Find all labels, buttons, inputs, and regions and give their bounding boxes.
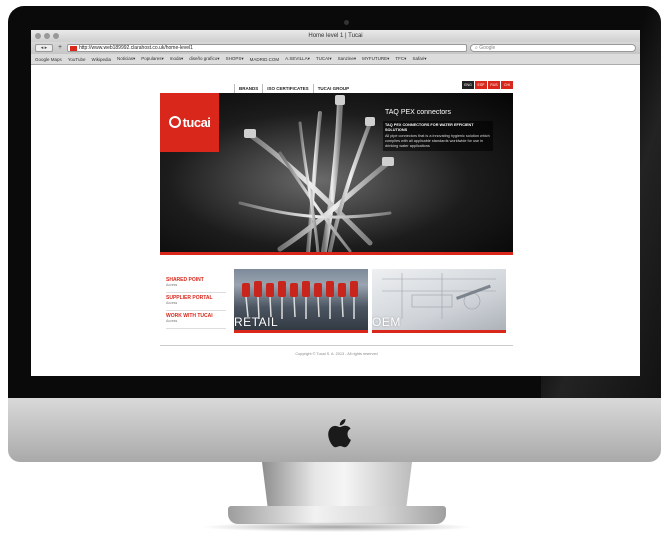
address-bar-text: http://www.web189992.clarahost.co.uk/hom… [79, 45, 193, 51]
search-placeholder: Google [479, 45, 496, 51]
web-page: BRANDS ISO CERTIFICATES TUCAI GROUP ENG … [31, 65, 640, 376]
back-forward-button[interactable]: ◂ ▸ [35, 44, 53, 52]
bookmark-item[interactable]: MADRID.COM [250, 57, 280, 62]
link-work-with-tucai[interactable]: WORK WITH TUCAI Access [166, 311, 226, 329]
hero-title: TAQ PEX connectors [385, 109, 452, 116]
camera-icon [344, 20, 349, 25]
link-supplier-portal[interactable]: SUPPLIER PORTAL Access [166, 293, 226, 311]
bookmark-item[interactable]: Safari▾ [412, 56, 426, 62]
tucai-logo[interactable]: tucai [160, 93, 219, 152]
bookmarks-bar: Google Maps YouTube Wikipedia Noticias▾ … [31, 54, 640, 65]
bookmark-item[interactable]: TUCAI▾ [316, 56, 332, 62]
window-titlebar: Home level 1 | Tucai [31, 30, 640, 42]
hero-banner[interactable]: tucai TAQ PEX connectors TAQ PEX CONNECT… [160, 93, 513, 255]
brand-name: tucai [169, 115, 211, 130]
oem-tile[interactable]: OEM [372, 269, 506, 333]
lang-rus[interactable]: RUS [488, 81, 500, 89]
bookmark-item[interactable]: A.SEVILLA▾ [285, 56, 310, 62]
nav-tucai-group[interactable]: TUCAI GROUP [312, 84, 354, 93]
add-bookmark-button[interactable]: + [56, 44, 64, 52]
nav-iso-certificates[interactable]: ISO CERTIFICATES [262, 84, 312, 93]
lang-chi[interactable]: CHI [501, 81, 513, 89]
bookmark-item[interactable]: Noticias▾ [117, 56, 135, 62]
bookmark-item[interactable]: Google Maps [35, 57, 62, 62]
bookmark-item[interactable]: YouTube [68, 57, 86, 62]
imac-mockup: Home level 1 | Tucai ◂ ▸ + http://www.we… [0, 0, 661, 545]
retail-tile[interactable]: RETAIL [234, 269, 368, 333]
bookmark-item[interactable]: Wikipedia [91, 57, 111, 62]
monitor-stand-neck [262, 462, 412, 510]
screen: Home level 1 | Tucai ◂ ▸ + http://www.we… [31, 30, 640, 376]
bookmark-item[interactable]: Sanzine▾ [338, 56, 357, 62]
apple-logo-icon [328, 419, 351, 448]
lang-esp[interactable]: ESP [475, 81, 487, 89]
tile-accent [234, 330, 368, 333]
copyright-text: Copyright © Tucai S. A. 2013 - All right… [295, 352, 378, 356]
site-top-nav: BRANDS ISO CERTIFICATES TUCAI GROUP ENG … [160, 79, 513, 93]
bookmark-item[interactable]: Populares▾ [141, 56, 164, 62]
retail-caption: RETAIL [234, 315, 279, 329]
browser-toolbar: ◂ ▸ + http://www.web189992.clarahost.co.… [31, 42, 640, 54]
tucai-site: BRANDS ISO CERTIFICATES TUCAI GROUP ENG … [160, 79, 513, 356]
lang-eng[interactable]: ENG [462, 81, 474, 89]
site-favicon-icon [70, 45, 77, 51]
quick-links: SHARED POINT Access SUPPLIER PORTAL Acce… [166, 269, 226, 333]
hose-connectors-image [238, 95, 394, 252]
link-sub: Access [166, 319, 178, 323]
bookmark-item[interactable]: moda▾ [170, 56, 184, 62]
tile-accent [372, 330, 506, 333]
search-field[interactable]: ⌕ Google [470, 44, 636, 52]
bookmark-item[interactable]: MYFUTURE▾ [362, 56, 389, 62]
link-shared-point[interactable]: SHARED POINT Access [166, 275, 226, 293]
link-sub: Access [166, 301, 178, 305]
language-selector: ENG ESP RUS CHI [462, 81, 513, 89]
footer-divider [160, 345, 513, 346]
hero-description: TAQ PEX CONNECTORS FOR WATER EFFICIENT S… [383, 121, 493, 151]
oem-caption: OEM [372, 315, 401, 329]
hero-body: All pipe connectors that is a innovating… [385, 134, 490, 148]
bookmark-item[interactable]: TFC▾ [395, 56, 406, 62]
bookmark-item[interactable]: SHOPS▾ [226, 56, 244, 62]
hero-subtitle: TAQ PEX CONNECTORS FOR WATER EFFICIENT S… [385, 123, 474, 132]
nav-brands[interactable]: BRANDS [234, 84, 262, 93]
stand-shadow [200, 522, 474, 532]
window-title: Home level 1 | Tucai [308, 33, 363, 39]
address-bar[interactable]: http://www.web189992.clarahost.co.uk/hom… [67, 44, 467, 52]
content-row: SHARED POINT Access SUPPLIER PORTAL Acce… [160, 269, 513, 333]
link-sub: Access [166, 283, 178, 287]
bookmark-item[interactable]: diseño grafico▾ [189, 56, 219, 62]
